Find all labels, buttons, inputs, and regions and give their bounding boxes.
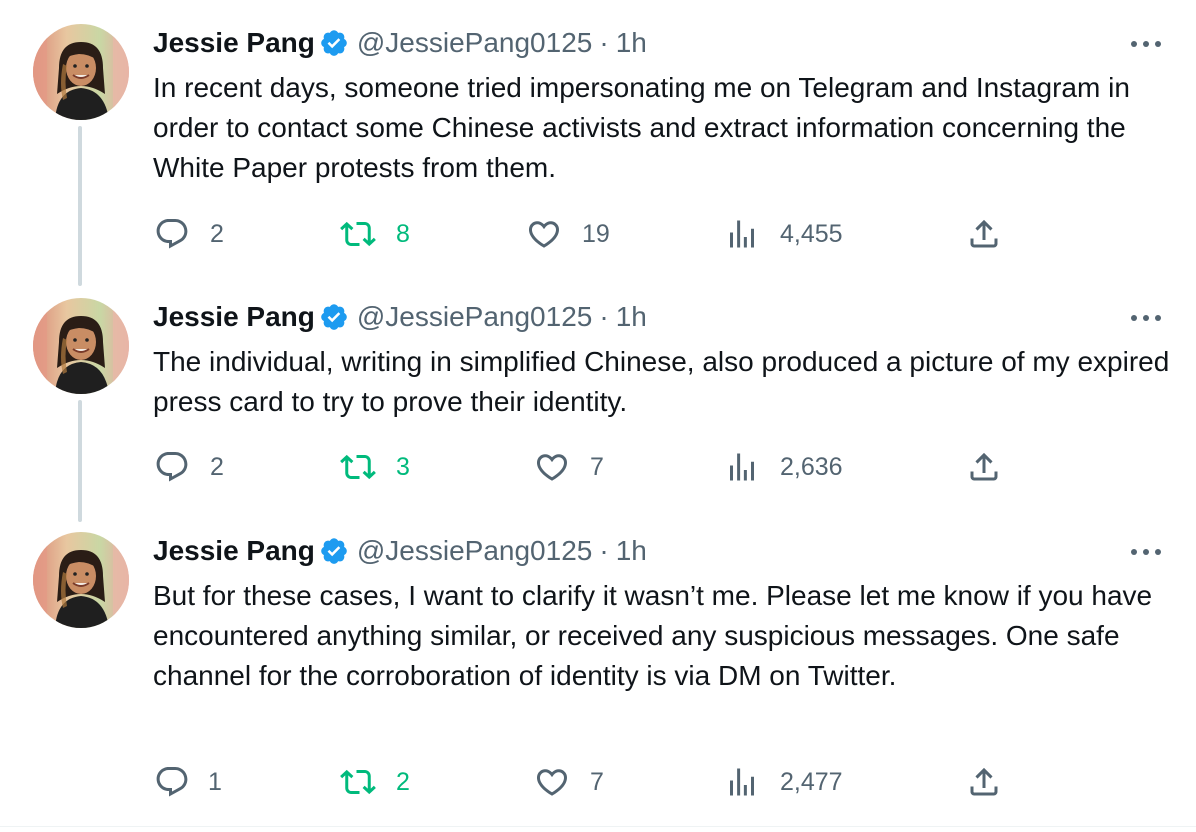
views-chart-icon xyxy=(724,216,760,252)
tweet-actions: 2 3 7 2,636 xyxy=(0,447,1196,487)
author-handle[interactable]: @JessiePang0125 xyxy=(357,301,592,333)
author-name[interactable]: Jessie Pang xyxy=(153,27,315,59)
heart-icon xyxy=(526,216,562,252)
separator-dot: · xyxy=(599,27,609,58)
tweet-actions: 1 2 7 2,477 xyxy=(0,762,1196,802)
tweet-timestamp[interactable]: 1h xyxy=(616,535,647,567)
reply-count: 2 xyxy=(210,219,224,248)
views-count: 2,477 xyxy=(780,767,843,796)
views-count: 2,636 xyxy=(780,452,843,481)
reply-count: 1 xyxy=(208,767,222,796)
tweet[interactable]: Jessie Pang @JessiePang0125 · 1h In rece… xyxy=(0,0,1196,280)
avatar[interactable] xyxy=(33,24,129,120)
avatar[interactable] xyxy=(33,532,129,628)
like-count: 7 xyxy=(590,767,604,796)
views-button[interactable]: 2,477 xyxy=(724,762,843,802)
share-icon xyxy=(966,216,1002,252)
retweet-count: 8 xyxy=(396,219,410,248)
retweet-button[interactable]: 8 xyxy=(340,214,410,254)
retweet-icon xyxy=(340,449,376,485)
tweet[interactable]: Jessie Pang @JessiePang0125 · 1h But for… xyxy=(0,508,1196,826)
tweet-header: Jessie Pang @JessiePang0125 · 1h xyxy=(153,25,647,61)
share-icon xyxy=(966,449,1002,485)
like-count: 19 xyxy=(582,219,610,248)
avatar[interactable] xyxy=(33,298,129,394)
timeline-divider xyxy=(0,826,1196,827)
tweet-thread: Jessie Pang @JessiePang0125 · 1h In rece… xyxy=(0,0,1196,832)
author-handle[interactable]: @JessiePang0125 xyxy=(357,27,592,59)
share-button[interactable] xyxy=(966,762,1002,802)
tweet-actions: 2 8 19 4,455 xyxy=(0,214,1196,254)
heart-icon xyxy=(534,764,570,800)
views-chart-icon xyxy=(724,764,760,800)
verified-badge-icon xyxy=(319,536,349,566)
author-name[interactable]: Jessie Pang xyxy=(153,535,315,567)
author-handle[interactable]: @JessiePang0125 xyxy=(357,535,592,567)
more-dots-icon[interactable] xyxy=(1126,30,1166,58)
tweet-timestamp[interactable]: 1h xyxy=(616,301,647,333)
like-button[interactable]: 7 xyxy=(534,762,604,802)
share-button[interactable] xyxy=(966,447,1002,487)
like-button[interactable]: 7 xyxy=(534,447,604,487)
reply-icon xyxy=(154,764,190,800)
reply-icon xyxy=(154,216,190,252)
tweet-text: The individual, writing in simplified Ch… xyxy=(153,346,1170,417)
tweet[interactable]: Jessie Pang @JessiePang0125 · 1h The ind… xyxy=(0,274,1196,514)
share-button[interactable] xyxy=(966,214,1002,254)
tweet-timestamp[interactable]: 1h xyxy=(616,27,647,59)
verified-badge-icon xyxy=(319,302,349,332)
tweet-text: But for these cases, I want to clarify i… xyxy=(153,580,1153,691)
like-button[interactable]: 19 xyxy=(526,214,610,254)
more-dots-icon[interactable] xyxy=(1126,304,1166,332)
views-button[interactable]: 4,455 xyxy=(724,214,843,254)
views-button[interactable]: 2,636 xyxy=(724,447,843,487)
tweet-header: Jessie Pang @JessiePang0125 · 1h xyxy=(153,299,647,335)
heart-icon xyxy=(534,449,570,485)
retweet-icon xyxy=(340,216,376,252)
reply-button[interactable]: 2 xyxy=(154,447,224,487)
verified-badge-icon xyxy=(319,28,349,58)
like-count: 7 xyxy=(590,452,604,481)
reply-icon xyxy=(154,449,190,485)
retweet-button[interactable]: 3 xyxy=(340,447,410,487)
retweet-button[interactable]: 2 xyxy=(340,762,410,802)
tweet-text: In recent days, someone tried impersonat… xyxy=(153,72,1130,183)
separator-dot: · xyxy=(599,535,609,566)
retweet-icon xyxy=(340,764,376,800)
reply-button[interactable]: 2 xyxy=(154,214,224,254)
views-count: 4,455 xyxy=(780,219,843,248)
reply-button[interactable]: 1 xyxy=(154,762,222,802)
tweet-header: Jessie Pang @JessiePang0125 · 1h xyxy=(153,533,647,569)
reply-count: 2 xyxy=(210,452,224,481)
views-chart-icon xyxy=(724,449,760,485)
separator-dot: · xyxy=(599,301,609,332)
more-dots-icon[interactable] xyxy=(1126,538,1166,566)
share-icon xyxy=(966,764,1002,800)
retweet-count: 2 xyxy=(396,767,410,796)
author-name[interactable]: Jessie Pang xyxy=(153,301,315,333)
retweet-count: 3 xyxy=(396,452,410,481)
